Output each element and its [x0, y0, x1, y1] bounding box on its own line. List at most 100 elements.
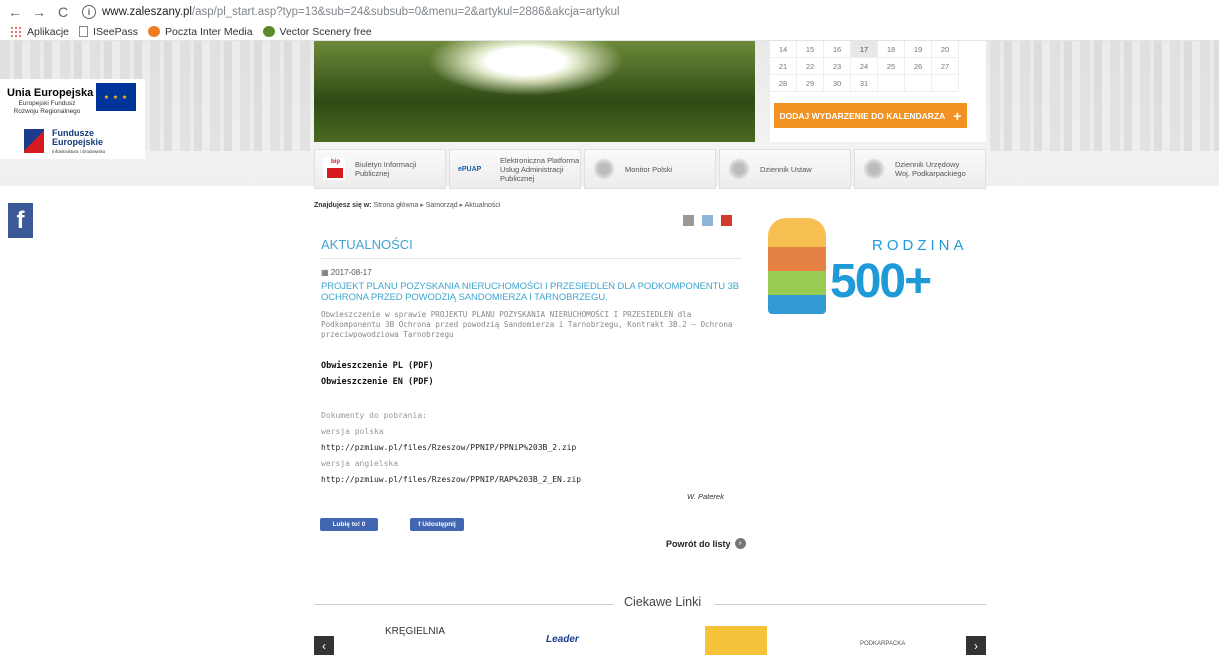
like-button[interactable]: Lubię to! 0 — [320, 518, 378, 531]
email-icon[interactable] — [702, 215, 713, 226]
calendar-day[interactable]: 30 — [824, 75, 851, 92]
calendar-day[interactable]: 24 — [851, 58, 878, 75]
english-version-url[interactable]: http://pzmiuw.pl/files/Rzeszow/PPNIP/RAP… — [321, 475, 581, 484]
interesting-links-title: Ciekawe Linki — [624, 595, 702, 609]
link-label: Dziennik Ustaw — [760, 164, 812, 174]
eagle-icon — [728, 158, 750, 180]
calendar-day[interactable]: 17 — [851, 41, 878, 58]
calendar-day[interactable]: 23 — [824, 58, 851, 75]
poczta-icon — [147, 26, 160, 37]
link-epuap[interactable]: ePUAP Elektroniczna Platforma Usług Admin… — [449, 149, 581, 189]
calendar-widget: 14 15 16 17 18 19 20 21 22 23 24 25 26 27 28 29 30 31 DOD… — [770, 41, 986, 142]
bookmark-poczta[interactable]: Poczta Inter Media — [147, 25, 253, 38]
link-dziennik-urzedowy[interactable]: Dziennik Urzędowy Woj. Podkarpackiego — [854, 149, 986, 189]
rodzina-number: 500+ — [830, 255, 932, 308]
eagle-icon — [863, 158, 885, 180]
link-kregielnia[interactable]: KRĘGIELNIA — [385, 626, 445, 637]
breadcrumb-samorzad[interactable]: Samorząd — [426, 202, 458, 209]
link-bip[interactable]: Biuletyn Informacji Publicznej — [314, 149, 446, 189]
article-lead: Obwieszczenie w sprawie PROJEKTU PLANU P… — [321, 310, 733, 339]
calendar-day[interactable]: 15 — [797, 41, 824, 58]
calendar-day — [878, 75, 905, 92]
polish-version-label: wersja polska — [321, 427, 384, 436]
pdf-icon[interactable] — [721, 215, 732, 226]
interesting-links-header: Ciekawe Linki — [314, 595, 986, 611]
bookmark-vector[interactable]: Vector Scenery free — [262, 26, 372, 38]
article-tools — [683, 215, 732, 226]
eu-logos: Unia Europejska Europejski Fundusz Rozwo… — [0, 79, 145, 159]
add-event-button[interactable]: DODAJ WYDARZENIE DO KALENDARZA + — [774, 103, 967, 128]
eagle-icon — [593, 158, 615, 180]
link-podkarpacka[interactable]: PODKARPACKA — [860, 641, 905, 647]
calendar-day[interactable]: 28 — [770, 75, 797, 92]
calendar-day — [905, 75, 932, 92]
divider — [714, 604, 986, 605]
breadcrumb: Znajdujesz się w: Strona główna ▸ Samorz… — [314, 202, 501, 209]
link-leader[interactable]: Leader — [546, 634, 579, 645]
eu-subtitle: Europejski Fundusz Rozwoju Regionalnego — [13, 100, 81, 115]
divider — [314, 604, 614, 605]
back-arrow-icon[interactable]: ← — [6, 3, 24, 21]
calendar-day[interactable]: 29 — [797, 75, 824, 92]
link-yellow-logo[interactable] — [705, 626, 767, 655]
bookmark-label: ISeePass — [93, 25, 138, 38]
breadcrumb-aktualnosci[interactable]: Aktualności — [465, 202, 501, 209]
bookmark-apps[interactable]: Aplikacje — [10, 26, 69, 38]
calendar-day[interactable]: 19 — [905, 41, 932, 58]
info-icon[interactable]: i — [82, 4, 96, 19]
header-photo — [314, 41, 755, 142]
link-label: Biuletyn Informacji Publicznej — [355, 160, 417, 178]
plus-icon: + — [953, 107, 962, 124]
section-title: AKTUALNOŚCI — [321, 237, 413, 252]
print-icon[interactable] — [683, 215, 694, 226]
title-divider — [321, 258, 742, 259]
add-event-label: DODAJ WYDARZENIE DO KALENDARZA — [779, 110, 946, 121]
carousel-prev-icon[interactable]: ‹ — [314, 636, 334, 655]
pdf-en-link[interactable]: Obwieszczenie EN (PDF) — [321, 377, 434, 387]
eu-flag-icon: ★ ★ ★ — [96, 83, 136, 111]
link-dziennik-ustaw[interactable]: Dziennik Ustaw — [719, 149, 851, 189]
calendar-day[interactable]: 18 — [878, 41, 905, 58]
article-headline[interactable]: PROJEKT PLANU POZYSKANIA NIERUCHOMOŚCI I… — [321, 281, 741, 303]
article-author: W. Paterek — [687, 492, 724, 501]
link-label: Dziennik Urzędowy Woj. Podkarpackiego — [895, 160, 966, 178]
link-monitor-polski[interactable]: Monitor Polski — [584, 149, 716, 189]
calendar-day — [932, 75, 959, 92]
fundusze-star-icon — [24, 129, 44, 153]
polish-version-url[interactable]: http://pzmiuw.pl/files/Rzeszow/PPNIP/PPN… — [321, 443, 576, 452]
url-path: /asp/pl_start.asp?typ=13&sub=24&subsub=0… — [191, 5, 620, 18]
rodzina-500-banner[interactable]: RODZINA 500+ — [765, 218, 985, 323]
bip-icon — [323, 158, 345, 180]
leaf-icon — [262, 26, 275, 37]
calendar-day[interactable]: 22 — [797, 58, 824, 75]
calendar-day[interactable]: 21 — [770, 58, 797, 75]
calendar-grid: 14 15 16 17 18 19 20 21 22 23 24 25 26 27 28 29 30 31 — [770, 41, 959, 92]
breadcrumb-home[interactable]: Strona główna — [374, 202, 419, 209]
pdf-pl-link[interactable]: Obwieszczenie PL (PDF) — [321, 361, 434, 371]
page-content: Unia Europejska Europejski Fundusz Rozwo… — [0, 41, 1219, 655]
calendar-day[interactable]: 31 — [851, 75, 878, 92]
address-bar[interactable]: www.zaleszany.pl/asp/pl_start.asp?typ=13… — [102, 6, 620, 18]
facebook-icon[interactable]: f — [8, 203, 33, 238]
calendar-day[interactable]: 27 — [932, 58, 959, 75]
calendar-day[interactable]: 26 — [905, 58, 932, 75]
english-version-label: wersja angielska — [321, 459, 399, 468]
reload-icon[interactable]: C — [54, 3, 72, 21]
address-row: ← → C i www.zaleszany.pl/asp/pl_start.as… — [0, 0, 1219, 23]
apps-grid-icon — [10, 26, 22, 37]
calendar-day[interactable]: 20 — [932, 41, 959, 58]
fundusze-sub: Infrastruktura i Środowisko — [52, 149, 106, 154]
breadcrumb-prefix: Znajdujesz się w: — [314, 202, 372, 209]
share-button[interactable]: f Udostępnij — [410, 518, 464, 531]
calendar-day[interactable]: 16 — [824, 41, 851, 58]
forward-arrow-icon[interactable]: → — [30, 3, 48, 21]
date-value: 2017-08-17 — [330, 268, 372, 277]
bookmark-iseepass[interactable]: ISeePass — [79, 26, 138, 38]
calendar-day[interactable]: 14 — [770, 41, 797, 58]
bookmark-label: Poczta Inter Media — [164, 25, 253, 38]
calendar-day[interactable]: 25 — [878, 58, 905, 75]
carousel-next-icon[interactable]: › — [966, 636, 986, 655]
back-to-list-link[interactable]: Powrót do listy › — [666, 538, 746, 549]
link-label: Monitor Polski — [625, 164, 673, 174]
browser-chrome: ← → C i www.zaleszany.pl/asp/pl_start.as… — [0, 0, 1219, 41]
